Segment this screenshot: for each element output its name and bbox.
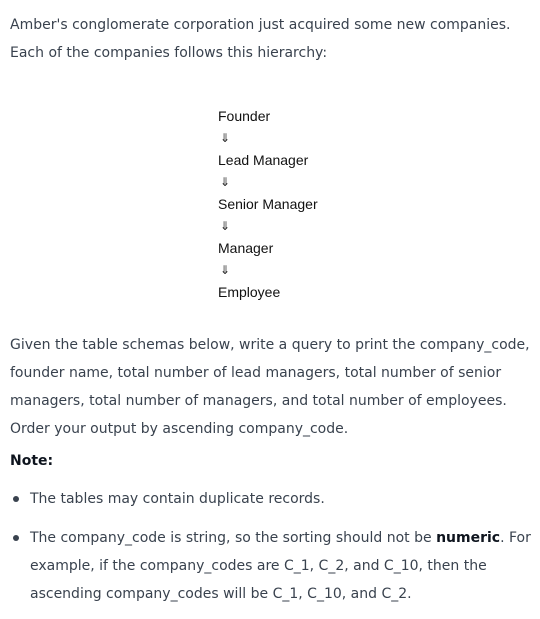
bullet-icon (13, 535, 19, 541)
note-list: The tables may contain duplicate records… (10, 485, 534, 608)
list-item: The tables may contain duplicate records… (10, 485, 534, 513)
note-item-bold: numeric (436, 530, 501, 546)
note-label: Note: (10, 453, 54, 469)
hierarchy-level-manager: Manager (218, 240, 274, 256)
hierarchy-level-senior-manager: Senior Manager (218, 196, 318, 212)
down-arrow-icon: ⇓ (220, 131, 231, 145)
down-arrow-icon: ⇓ (220, 263, 231, 277)
task-description: Given the table schemas below, write a q… (10, 337, 530, 437)
list-item: The company_code is string, so the sorti… (10, 524, 534, 608)
down-arrow-icon: ⇓ (220, 219, 231, 233)
hierarchy-diagram: Founder ⇓ Lead Manager ⇓ Senior Manager … (218, 105, 534, 303)
hierarchy-level-employee: Employee (218, 284, 281, 300)
down-arrow-icon: ⇓ (220, 175, 231, 189)
hierarchy-level-lead-manager: Lead Manager (218, 152, 309, 168)
note-item-text: The tables may contain duplicate records… (30, 491, 325, 507)
note-item-text-before: The company_code is string, so the sorti… (30, 530, 437, 546)
intro-text: Amber's conglomerate corporation just ac… (10, 17, 511, 61)
bullet-icon (13, 496, 19, 502)
problem-statement: Amber's conglomerate corporation just ac… (10, 11, 534, 619)
hierarchy-level-founder: Founder (218, 108, 271, 124)
